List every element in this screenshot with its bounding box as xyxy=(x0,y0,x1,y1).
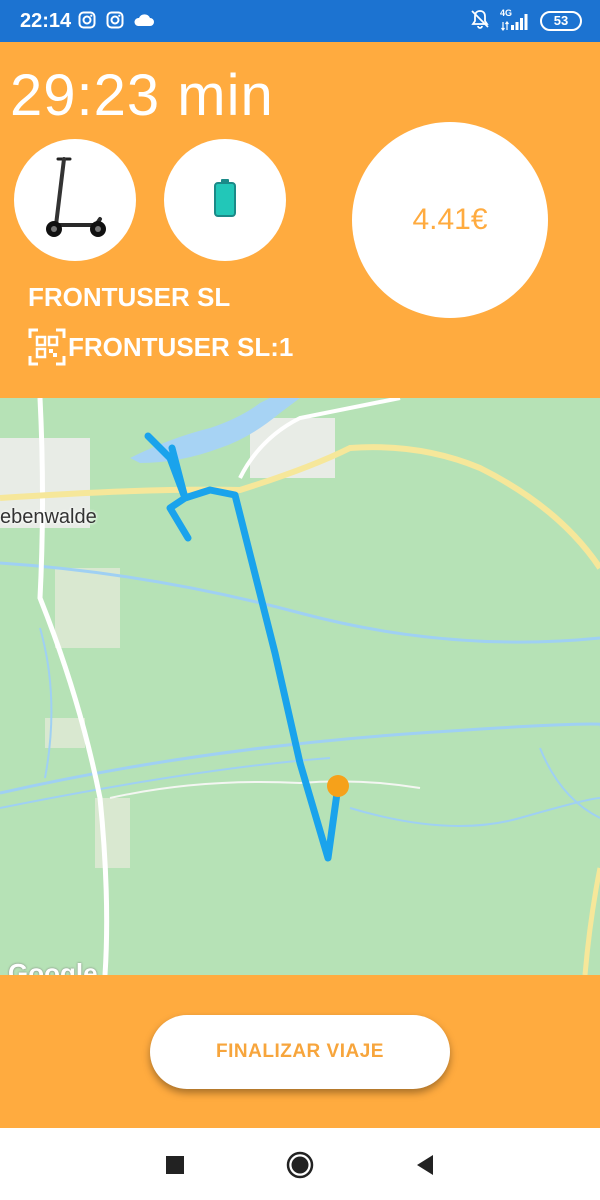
map-place-label: ebenwalde xyxy=(0,506,97,528)
trip-duration: 29:23 min xyxy=(10,63,274,128)
map-stream xyxy=(39,627,53,779)
finish-trip-button[interactable]: FINALIZAR VIAJE xyxy=(150,1015,450,1089)
system-nav-bar xyxy=(0,1128,600,1200)
trip-panel: 29:23 min 4.41€ FRONTUSER SL FRONTUSER S… xyxy=(0,42,600,398)
battery-level-circle xyxy=(164,139,286,261)
trip-price: 4.41€ xyxy=(412,203,488,236)
map-stream xyxy=(349,797,600,827)
cloud-icon xyxy=(133,13,155,32)
vehicle-id: FRONTUSER SL:1 xyxy=(68,331,294,362)
trip-route xyxy=(144,432,342,862)
muted-bell-icon xyxy=(470,9,490,34)
map-path xyxy=(109,780,421,799)
battery-indicator: 53 xyxy=(540,11,582,31)
bottom-action-panel: FINALIZAR VIAJE xyxy=(0,975,600,1128)
instagram-icon xyxy=(78,11,96,34)
company-name: FRONTUSER SL xyxy=(28,282,231,312)
map-urban-area xyxy=(55,568,120,648)
battery-icon xyxy=(213,178,237,223)
scooter-icon xyxy=(40,153,110,248)
map-stream xyxy=(539,747,600,819)
status-bar: 22:14 4G 53 xyxy=(0,0,600,42)
status-time: 22:14 xyxy=(20,10,72,32)
trip-map[interactable]: ebenwalde Google xyxy=(0,398,600,975)
current-location-marker xyxy=(327,775,349,797)
google-attribution: Google xyxy=(8,958,98,975)
vehicle-image-circle xyxy=(14,139,136,261)
home-circle-icon[interactable] xyxy=(285,1150,315,1180)
qr-code-icon xyxy=(28,328,66,366)
map-main-road xyxy=(582,867,600,975)
instagram-icon xyxy=(106,11,124,34)
status-right-group: 4G 53 xyxy=(470,8,582,34)
signal-icon: 4G xyxy=(500,8,530,32)
back-triangle-icon[interactable] xyxy=(410,1150,440,1180)
app-root: 22:14 4G 53 29:23 min 4.41€ FRONTUSER SL… xyxy=(0,0,600,1200)
map-canvas xyxy=(0,398,600,975)
vehicle-id-row: FRONTUSER SL:1 xyxy=(28,328,293,366)
recents-square-icon[interactable] xyxy=(160,1150,190,1180)
price-circle: 4.41€ xyxy=(352,122,548,318)
